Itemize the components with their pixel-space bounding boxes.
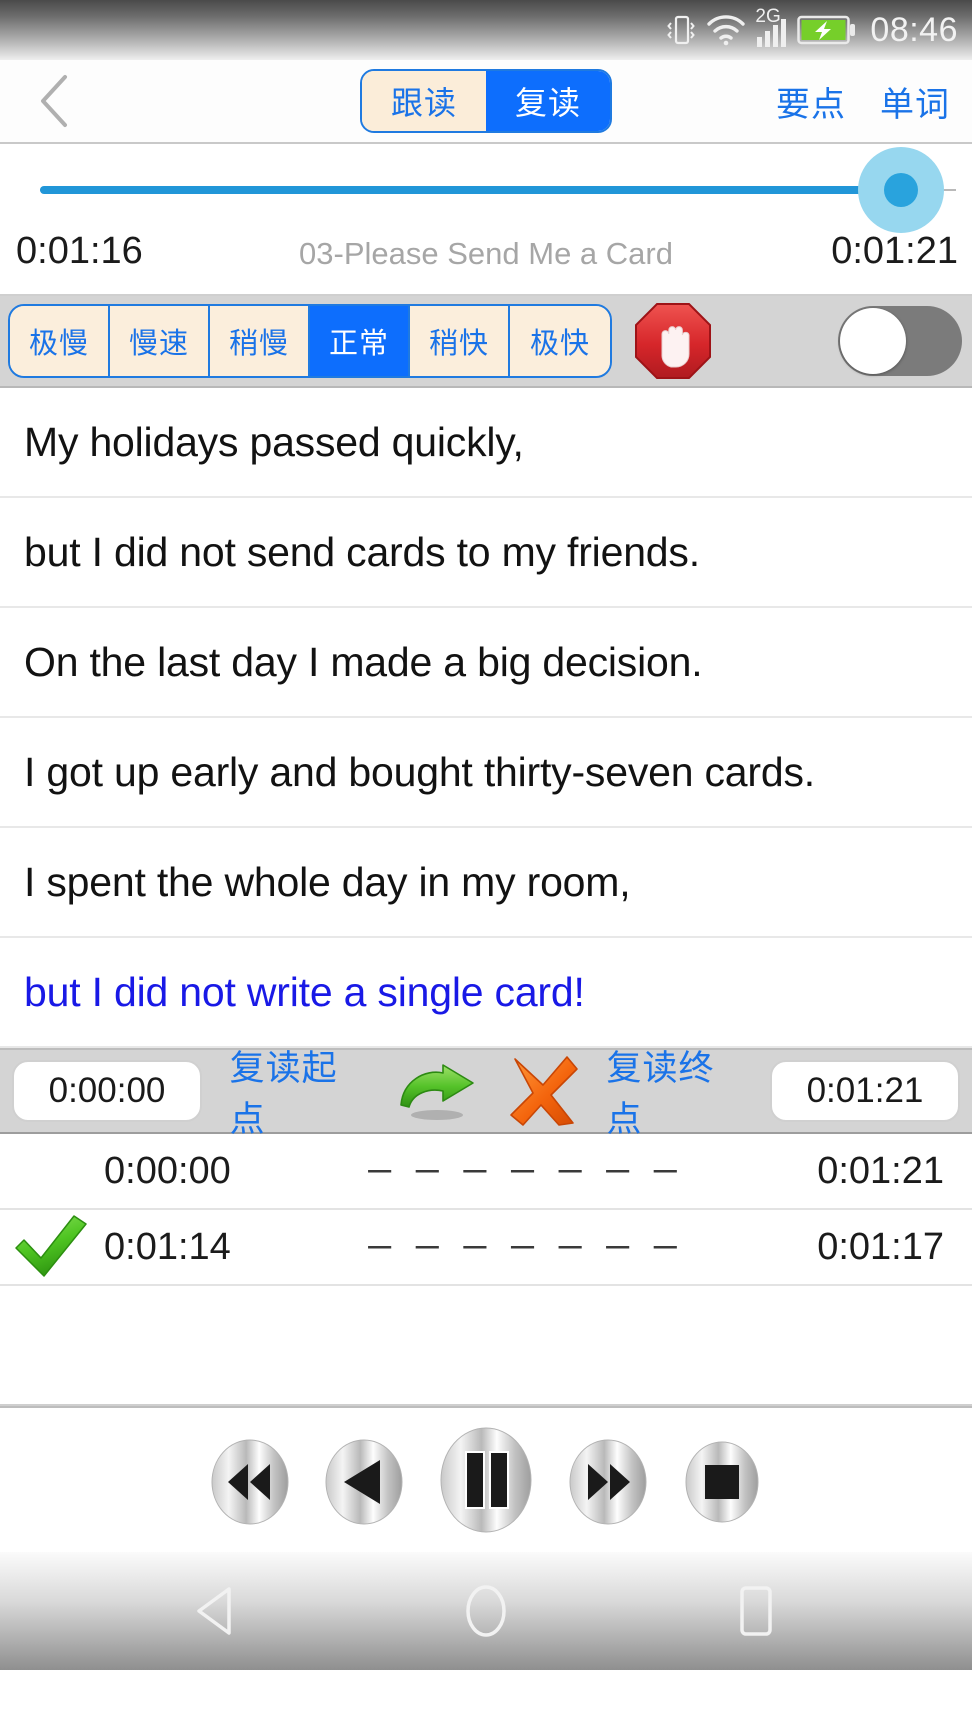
mode-segmented-control: 跟读 复读 bbox=[360, 69, 612, 133]
repeat-start-input[interactable]: 0:00:00 bbox=[12, 1060, 202, 1122]
mark-row[interactable]: 0:00:00 — — — — — — — 0:01:21 bbox=[0, 1134, 972, 1210]
pause-button[interactable] bbox=[434, 1422, 538, 1538]
square-icon bbox=[740, 1586, 772, 1636]
mark-dash-separator: — — — — — — — bbox=[368, 1225, 678, 1269]
speed-option-normal[interactable]: 正常 bbox=[310, 306, 410, 376]
progress-slider[interactable] bbox=[40, 147, 956, 233]
mark-list: 0:00:00 — — — — — — — 0:01:21 0:01:14 — … bbox=[0, 1134, 972, 1406]
orange-cross-icon bbox=[509, 1056, 578, 1126]
speed-option-slow[interactable]: 慢速 bbox=[110, 306, 210, 376]
android-home-button[interactable] bbox=[451, 1576, 521, 1646]
mark-end-time: 0:01:21 bbox=[817, 1149, 944, 1192]
pause-icon bbox=[440, 1427, 532, 1533]
track-title: 03-Please Send Me a Card bbox=[299, 236, 673, 271]
green-check-icon bbox=[15, 1215, 87, 1277]
tab-repeat-read[interactable]: 复读 bbox=[486, 71, 610, 131]
header-link-group: 要点 单词 bbox=[776, 77, 950, 126]
vibrate-icon bbox=[667, 15, 696, 45]
mark-checked-indicator bbox=[0, 1214, 104, 1280]
chevron-left-icon bbox=[41, 75, 67, 127]
stop-hand-icon bbox=[635, 303, 711, 379]
rewind-button[interactable] bbox=[206, 1432, 294, 1528]
android-nav-bar bbox=[0, 1552, 972, 1670]
progress-fill bbox=[40, 186, 902, 194]
progress-times: 03-Please Send Me a Card 0:01:16 0:01:21 bbox=[0, 230, 972, 286]
sentence-row-active[interactable]: but I did not write a single card! bbox=[0, 938, 972, 1048]
stop-square-icon bbox=[685, 1441, 759, 1523]
progress-thumb[interactable] bbox=[884, 173, 919, 207]
android-recents-button[interactable] bbox=[721, 1576, 791, 1646]
repeat-range-bar: 0:00:00 复读起点 复读终点 0:01:21 bbox=[0, 1048, 972, 1139]
vocabulary-link[interactable]: 单词 bbox=[880, 77, 950, 126]
network-type-label: 2G bbox=[755, 6, 781, 27]
loop-toggle-knob bbox=[840, 308, 906, 374]
repeat-end-input[interactable]: 0:01:21 bbox=[769, 1060, 960, 1122]
speed-selector: 极慢 慢速 稍慢 正常 稍快 极快 bbox=[8, 304, 612, 378]
total-time: 0:01:21 bbox=[831, 230, 958, 272]
sentence-row[interactable]: I got up early and bought thirty-seven c… bbox=[0, 718, 972, 828]
player-controls bbox=[0, 1406, 972, 1552]
back-button[interactable] bbox=[0, 60, 110, 142]
mark-row-selected[interactable]: 0:01:14 — — — — — — — 0:01:17 bbox=[0, 1210, 972, 1286]
mark-start-time: 0:00:00 bbox=[104, 1149, 231, 1192]
app-root: 2G 08:46 跟读 复读 要点 单词 03-Please Send Me a… bbox=[0, 0, 972, 1728]
previous-button[interactable] bbox=[320, 1432, 408, 1528]
circle-icon bbox=[466, 1585, 506, 1637]
previous-icon bbox=[325, 1439, 403, 1525]
sentence-list: My holidays passed quickly, but I did no… bbox=[0, 388, 972, 1048]
repeat-end-label: 复读终点 bbox=[606, 1049, 715, 1139]
app-header: 跟读 复读 要点 单词 bbox=[0, 60, 972, 144]
speed-option-slightly-slow[interactable]: 稍慢 bbox=[210, 306, 310, 376]
sentence-row[interactable]: but I did not send cards to my friends. bbox=[0, 498, 972, 608]
repeat-start-label: 复读起点 bbox=[229, 1049, 338, 1139]
fast-forward-icon bbox=[569, 1439, 647, 1525]
sentence-row[interactable]: I spent the whole day in my room, bbox=[0, 828, 972, 938]
sentence-row[interactable]: On the last day I made a big decision. bbox=[0, 608, 972, 718]
stop-hand-button[interactable] bbox=[630, 298, 716, 384]
sentence-row[interactable]: My holidays passed quickly, bbox=[0, 388, 972, 498]
stop-button[interactable] bbox=[678, 1432, 766, 1528]
speed-option-slightly-fast[interactable]: 稍快 bbox=[410, 306, 510, 376]
mark-dash-separator: — — — — — — — bbox=[368, 1149, 678, 1193]
signal-2g-icon: 2G bbox=[755, 6, 787, 47]
progress-area: 03-Please Send Me a Card 0:01:16 0:01:21 bbox=[0, 144, 972, 296]
rewind-icon bbox=[211, 1439, 289, 1525]
mark-end-time: 0:01:17 bbox=[817, 1225, 944, 1268]
tab-follow-read[interactable]: 跟读 bbox=[362, 71, 486, 131]
set-repeat-start-button[interactable] bbox=[395, 1061, 479, 1121]
status-bar-clock: 08:46 bbox=[870, 10, 958, 49]
android-back-button[interactable] bbox=[181, 1576, 251, 1646]
current-time: 0:01:16 bbox=[16, 230, 143, 272]
mark-list-empty-area bbox=[0, 1286, 972, 1406]
speed-bar: 极慢 慢速 稍慢 正常 稍快 极快 bbox=[0, 296, 972, 388]
status-bar: 2G 08:46 bbox=[0, 0, 972, 60]
speed-option-very-fast[interactable]: 极快 bbox=[510, 306, 610, 376]
key-points-link[interactable]: 要点 bbox=[776, 77, 846, 126]
wifi-icon bbox=[707, 15, 746, 46]
battery-charging-icon bbox=[797, 15, 856, 45]
green-curved-arrow-icon bbox=[400, 1064, 474, 1120]
status-icon-group: 2G bbox=[667, 6, 857, 48]
fast-forward-button[interactable] bbox=[564, 1432, 652, 1528]
mark-start-time: 0:01:14 bbox=[104, 1225, 231, 1268]
clear-repeat-button[interactable] bbox=[501, 1055, 585, 1127]
loop-toggle[interactable] bbox=[838, 306, 962, 376]
triangle-left-icon bbox=[197, 1587, 231, 1635]
speed-option-very-slow[interactable]: 极慢 bbox=[10, 306, 110, 376]
